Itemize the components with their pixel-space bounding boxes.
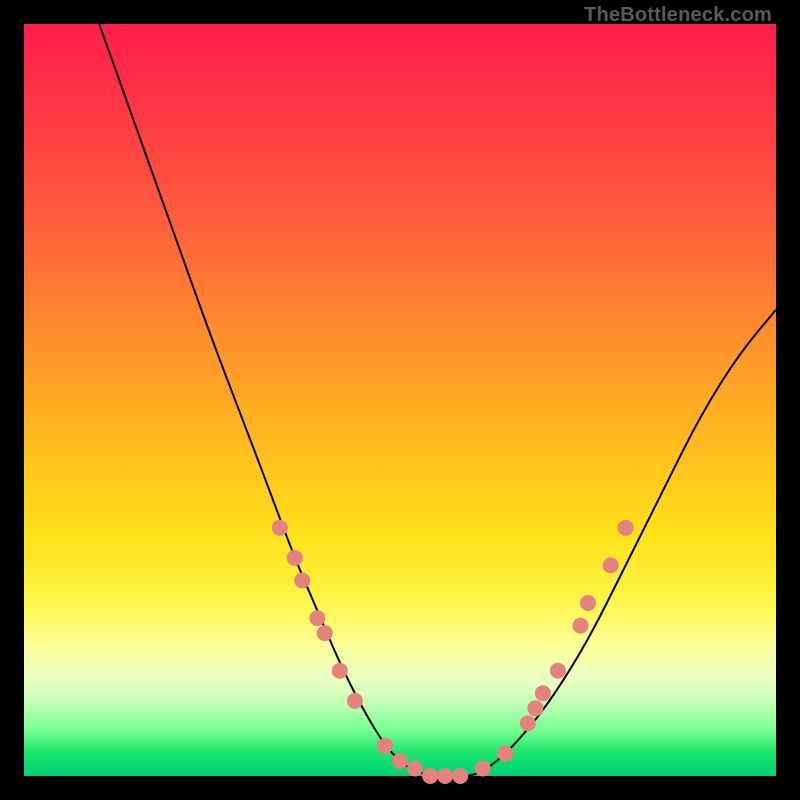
marker-group [272,520,634,784]
curve-marker [392,753,408,769]
curve-marker [618,520,634,536]
curve-marker [475,761,491,777]
curve-marker [347,693,363,709]
curve-marker [603,557,619,573]
chart-frame [24,24,776,776]
curve-marker [377,738,393,754]
curve-marker [317,625,333,641]
curve-marker [437,768,453,784]
chart-svg [24,24,776,776]
curve-marker [332,663,348,679]
curve-marker [497,745,513,761]
curve-marker [407,761,423,777]
curve-marker [294,573,310,589]
curve-marker [272,520,288,536]
curve-marker [527,700,543,716]
curve-marker [287,550,303,566]
curve-marker [452,768,468,784]
curve-marker [309,610,325,626]
curve-marker [573,618,589,634]
curve-marker [520,715,536,731]
curve-marker [550,663,566,679]
curve-marker [580,595,596,611]
bottleneck-curve [99,24,776,776]
curve-marker [422,768,438,784]
curve-marker [535,685,551,701]
